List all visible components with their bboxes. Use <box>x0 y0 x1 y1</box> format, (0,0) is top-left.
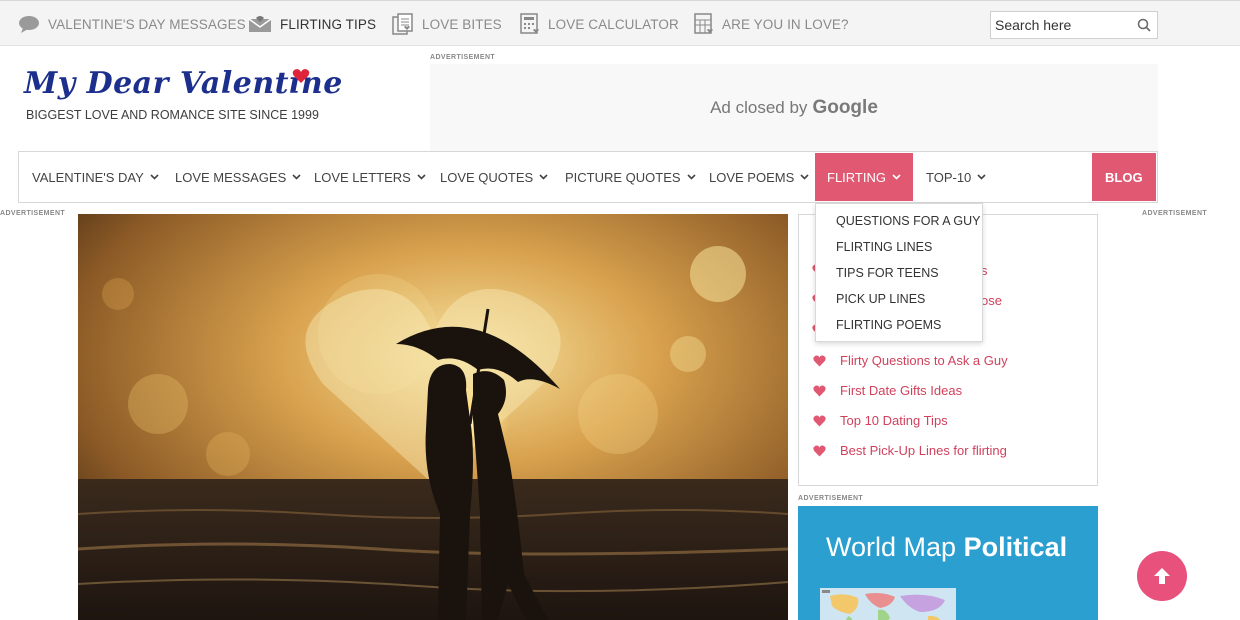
dropdown-item-pick-up-lines[interactable]: PICK UP LINES <box>836 292 925 306</box>
right-ad-label: ADVERTISEMENT <box>1142 210 1208 217</box>
map-ad-title-bold: Political <box>963 532 1068 562</box>
heart-icon <box>813 355 826 366</box>
chevron-down-icon <box>292 174 301 180</box>
top-utility-bar: VALENTINE'S DAY MESSAGES FLIRTING TIPS L… <box>0 0 1240 46</box>
nav-item-label: FLIRTING <box>827 169 886 185</box>
world-map-ad[interactable]: World Map Political <box>798 506 1098 620</box>
top-link-label: ARE YOU IN LOVE? <box>722 16 849 32</box>
top-link-label: LOVE BITES <box>422 16 502 32</box>
nav-item-label: LOVE POEMS <box>709 169 795 185</box>
nav-item-label: LOVE MESSAGES <box>175 169 287 185</box>
speech-bubble-icon <box>19 16 39 33</box>
flirting-dropdown-menu: QUESTIONS FOR A GUY FLIRTING LINES TIPS … <box>815 203 983 342</box>
top-link-label: LOVE CALCULATOR <box>548 16 679 32</box>
calculator-heart-icon <box>694 13 713 34</box>
heart-icon <box>813 415 826 426</box>
dropdown-item-tips-for-teens[interactable]: TIPS FOR TEENS <box>836 266 939 280</box>
ad-closed-text: Ad closed by <box>710 98 808 117</box>
world-map-thumbnail <box>820 588 956 620</box>
calculator-icon <box>520 13 539 34</box>
top-link-love-bites[interactable]: LOVE BITES <box>392 13 502 35</box>
map-ad-title: World Map Political <box>826 532 1067 563</box>
sidebar-link-label: First Date Gifts Ideas <box>840 383 963 398</box>
scroll-to-top-button[interactable] <box>1137 551 1187 601</box>
nav-item-label: TOP-10 <box>926 169 972 185</box>
chevron-down-icon <box>800 174 809 180</box>
heart-icon <box>292 69 310 83</box>
search-input[interactable] <box>991 12 1131 38</box>
sidebar-link-label: Best Pick-Up Lines for flirting <box>840 443 1007 458</box>
site-logo[interactable]: My Dear Valentine BIGGEST LOVE AND ROMAN… <box>24 66 342 126</box>
nav-item-label: VALENTINE'S DAY <box>32 169 144 185</box>
nav-item-label: LOVE LETTERS <box>314 169 411 185</box>
nav-item-label: BLOG <box>1105 169 1143 185</box>
heart-icon <box>813 445 826 456</box>
logo-tagline: BIGGEST LOVE AND ROMANCE SITE SINCE 1999 <box>26 108 319 122</box>
nav-item-picture-quotes[interactable]: PICTURE QUOTES <box>565 152 696 202</box>
dropdown-item-flirting-lines[interactable]: FLIRTING LINES <box>836 240 932 254</box>
dropdown-item-flirting-poems[interactable]: FLIRTING POEMS <box>836 318 941 332</box>
couple-umbrella-sunset-image <box>78 214 788 620</box>
dropdown-item-questions-for-a-guy[interactable]: QUESTIONS FOR A GUY <box>836 214 980 228</box>
sidebar-link-flirty-questions[interactable]: Flirty Questions to Ask a Guy <box>813 353 1008 368</box>
sidebar-partial-link[interactable]: ose <box>981 293 1002 308</box>
nav-item-love-poems[interactable]: LOVE POEMS <box>709 152 809 202</box>
nav-item-love-quotes[interactable]: LOVE QUOTES <box>440 152 548 202</box>
search-icon[interactable] <box>1137 18 1151 32</box>
sidebar-link-first-date-gifts[interactable]: First Date Gifts Ideas <box>813 383 962 398</box>
sidebar-link-label: Flirty Questions to Ask a Guy <box>840 353 1008 368</box>
chevron-down-icon <box>539 174 548 180</box>
nav-item-top-10[interactable]: TOP-10 <box>926 152 986 202</box>
map-ad-title-light: World Map <box>826 532 957 562</box>
chevron-down-icon <box>150 174 159 180</box>
envelope-icon <box>248 16 272 32</box>
sidebar-ad-label: ADVERTISEMENT <box>798 495 864 502</box>
sidebar-link-dating-tips[interactable]: Top 10 Dating Tips <box>813 413 948 428</box>
sidebar-link-label: Top 10 Dating Tips <box>840 413 948 428</box>
ad-banner: Ad closed by Google <box>430 64 1158 152</box>
search-box <box>990 11 1158 39</box>
ad-label: ADVERTISEMENT <box>430 54 496 61</box>
main-navigation: VALENTINE'S DAY LOVE MESSAGES LOVE LETTE… <box>18 151 1158 203</box>
chevron-down-icon <box>417 174 426 180</box>
chevron-down-icon <box>687 174 696 180</box>
hero-image[interactable] <box>78 214 788 620</box>
arrow-up-icon <box>1154 568 1170 584</box>
nav-item-label: PICTURE QUOTES <box>565 169 681 185</box>
document-icon <box>392 13 413 35</box>
nav-item-valentines-day[interactable]: VALENTINE'S DAY <box>32 152 159 202</box>
top-link-love-calculator[interactable]: LOVE CALCULATOR <box>520 13 679 35</box>
heart-icon <box>813 385 826 396</box>
nav-item-blog[interactable]: BLOG <box>1092 153 1156 201</box>
world-map-image <box>820 588 956 620</box>
left-ad-label: ADVERTISEMENT <box>0 210 66 217</box>
chevron-down-icon <box>892 174 901 180</box>
top-link-flirting-tips[interactable]: FLIRTING TIPS <box>248 13 376 35</box>
nav-item-love-letters[interactable]: LOVE LETTERS <box>314 152 426 202</box>
top-link-label: VALENTINE'S DAY MESSAGES <box>48 16 246 32</box>
top-link-label: FLIRTING TIPS <box>280 16 377 32</box>
top-link-are-you-in-love[interactable]: ARE YOU IN LOVE? <box>694 13 849 35</box>
sidebar-link-pick-up-lines[interactable]: Best Pick-Up Lines for flirting <box>813 443 1007 458</box>
nav-item-label: LOVE QUOTES <box>440 169 534 185</box>
nav-item-love-messages[interactable]: LOVE MESSAGES <box>175 152 301 202</box>
nav-item-flirting[interactable]: FLIRTING <box>815 153 913 201</box>
google-logo: Google <box>812 97 878 118</box>
top-link-valentines-messages[interactable]: VALENTINE'S DAY MESSAGES <box>18 13 246 35</box>
chevron-down-icon <box>977 174 986 180</box>
